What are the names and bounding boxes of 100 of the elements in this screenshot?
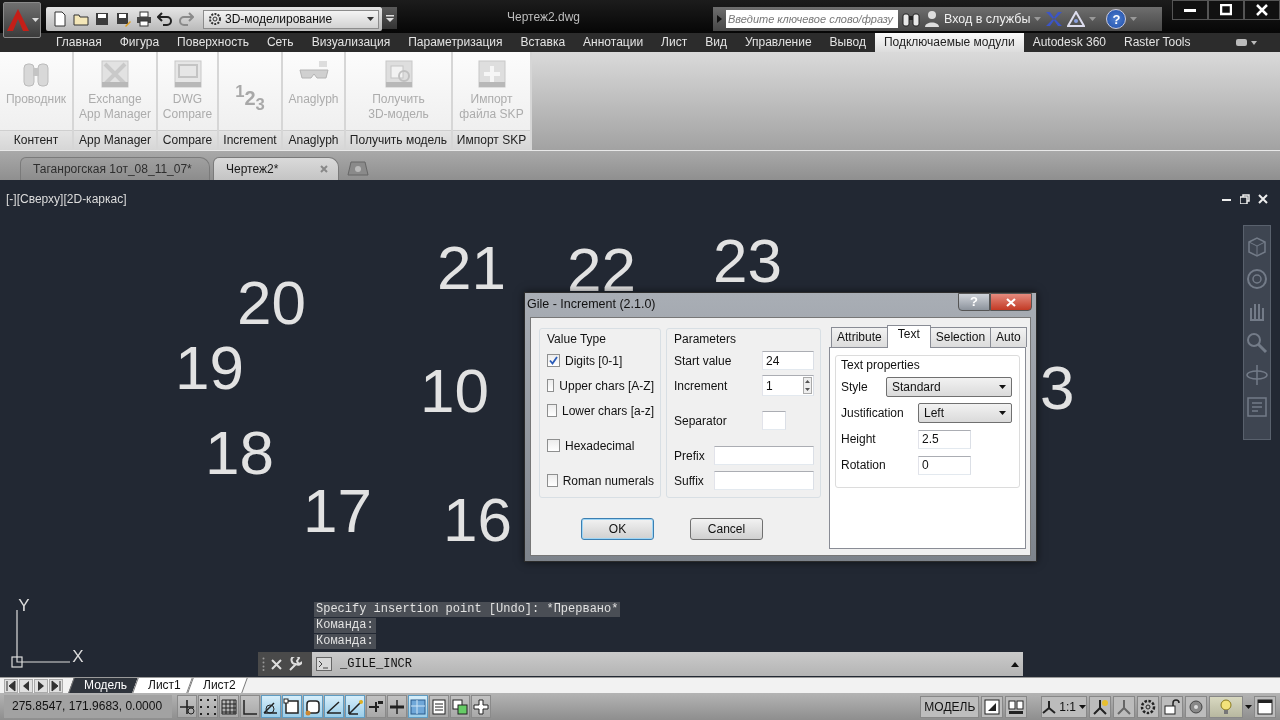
ribbon-tab[interactable]: Лист bbox=[652, 33, 697, 52]
sign-in-link[interactable]: Вход в службы bbox=[944, 12, 1031, 26]
ribbon-tab[interactable]: Autodesk 360 bbox=[1023, 33, 1116, 52]
ribbon-tab[interactable]: Вывод bbox=[820, 33, 875, 52]
ribbon-tab[interactable]: Параметризация bbox=[399, 33, 512, 52]
dropdown[interactable]: Left bbox=[918, 403, 1012, 423]
help-button[interactable]: ? bbox=[1106, 9, 1127, 29]
status-toggle[interactable] bbox=[303, 695, 323, 718]
status-toggle[interactable] bbox=[345, 695, 365, 718]
ribbon-tab[interactable]: Raster Tools bbox=[1115, 33, 1200, 52]
spinner-arrows-icon[interactable] bbox=[803, 377, 812, 394]
status-toggle[interactable] bbox=[324, 695, 344, 718]
binoculars-icon[interactable] bbox=[902, 11, 920, 27]
last-page-icon[interactable] bbox=[49, 678, 63, 693]
ribbon-tab[interactable]: Подключаемые модули bbox=[874, 33, 1024, 52]
ribbon-options-icon[interactable] bbox=[1236, 38, 1258, 47]
checkbox[interactable] bbox=[547, 404, 557, 417]
status-toggle[interactable] bbox=[219, 695, 239, 718]
user-icon[interactable] bbox=[924, 10, 940, 28]
restore-icon[interactable] bbox=[1240, 194, 1250, 204]
viewport-controls-label[interactable]: [-][Сверху][2D-каркас] bbox=[6, 192, 127, 206]
open-folder-icon[interactable] bbox=[73, 11, 89, 27]
ribbon-tab[interactable]: Управление bbox=[735, 33, 821, 52]
status-toggle[interactable] bbox=[450, 695, 470, 718]
layout-tab[interactable]: Лист2 bbox=[187, 678, 248, 693]
document-tab[interactable]: Чертеж2* bbox=[213, 157, 339, 180]
command-line-field[interactable]: _GILE_INCR bbox=[312, 652, 1023, 676]
drawings-button[interactable] bbox=[1005, 695, 1028, 718]
maximize-button[interactable] bbox=[1208, 0, 1244, 20]
save-icon[interactable] bbox=[94, 11, 110, 27]
status-toggle[interactable] bbox=[177, 695, 197, 718]
search-field[interactable]: Введите ключевое слово/фразу bbox=[726, 10, 898, 28]
status-toggle[interactable] bbox=[429, 695, 449, 718]
undo-icon[interactable] bbox=[157, 11, 173, 27]
print-icon[interactable] bbox=[136, 11, 152, 27]
toolbar-menu-button[interactable] bbox=[382, 7, 397, 29]
dialog-tab[interactable]: Attribute bbox=[831, 327, 888, 347]
status-toggle[interactable] bbox=[240, 695, 260, 718]
annotation-visibility-button[interactable] bbox=[1089, 695, 1111, 718]
caret-icon[interactable] bbox=[1245, 704, 1252, 709]
checkbox[interactable] bbox=[547, 474, 558, 487]
dropdown[interactable]: Standard bbox=[886, 377, 1012, 397]
text-field[interactable]: 2.5 bbox=[918, 429, 971, 449]
new-file-icon[interactable] bbox=[52, 11, 68, 27]
text-field[interactable]: 0 bbox=[918, 455, 971, 475]
dialog-button[interactable]: Cancel bbox=[690, 518, 763, 540]
workspace-dropdown[interactable]: 3D-моделирование bbox=[203, 9, 379, 29]
expand-arrow-icon[interactable] bbox=[717, 15, 722, 23]
ribbon-tab[interactable]: Аннотации bbox=[574, 33, 653, 52]
layouts-button[interactable] bbox=[981, 695, 1004, 718]
ribbon-tab[interactable]: Фигура bbox=[110, 33, 169, 52]
text-field[interactable] bbox=[714, 471, 814, 490]
document-tab[interactable]: Таганрогская 1от_08_11_07* bbox=[20, 157, 210, 180]
dialog-tab[interactable]: Text bbox=[886, 325, 931, 348]
new-tab-icon[interactable] bbox=[346, 160, 370, 176]
dialog-tab[interactable]: Auto bbox=[990, 327, 1027, 347]
checkbox[interactable] bbox=[547, 379, 555, 392]
ribbon-tab[interactable]: Визуализация bbox=[302, 33, 400, 52]
text-field[interactable] bbox=[762, 411, 786, 430]
drawing-text: 19 bbox=[175, 337, 244, 399]
dialog-tab[interactable]: Selection bbox=[929, 327, 992, 347]
status-toggle[interactable] bbox=[261, 695, 281, 718]
application-menu-button[interactable] bbox=[3, 2, 41, 38]
minimize-button[interactable] bbox=[1172, 0, 1208, 20]
text-field[interactable] bbox=[714, 446, 814, 465]
checkbox-label: Lower chars [a-z] bbox=[561, 403, 654, 418]
next-page-icon[interactable] bbox=[34, 678, 48, 693]
ribbon-tab[interactable]: Вставка bbox=[511, 33, 575, 52]
status-toggle[interactable] bbox=[366, 695, 386, 718]
right-angle-icon bbox=[241, 697, 259, 716]
model-space-button[interactable]: МОДЕЛЬ bbox=[920, 695, 980, 718]
text-field[interactable]: 24 bbox=[762, 351, 814, 370]
redo-icon[interactable] bbox=[178, 11, 194, 27]
ribbon-tab[interactable]: Поверхность bbox=[168, 33, 258, 52]
ribbon-tab[interactable]: Главная bbox=[47, 33, 111, 52]
save-as-icon[interactable] bbox=[115, 11, 131, 27]
workspace-button[interactable] bbox=[1137, 695, 1159, 718]
status-toggle[interactable] bbox=[198, 695, 218, 718]
status-toggle[interactable] bbox=[471, 695, 491, 718]
status-toggle[interactable] bbox=[282, 695, 302, 718]
close-button[interactable] bbox=[1244, 0, 1280, 20]
dialog-button[interactable]: OK bbox=[581, 518, 654, 540]
ribbon-tab[interactable]: Сеть bbox=[257, 33, 303, 52]
lock-button[interactable] bbox=[1161, 695, 1183, 718]
layout-tab[interactable]: Модель bbox=[68, 678, 138, 693]
close-button[interactable] bbox=[990, 293, 1032, 311]
layout-tab[interactable]: Лист1 bbox=[132, 678, 193, 693]
triangle-network-icon[interactable] bbox=[1067, 11, 1086, 27]
checkbox[interactable] bbox=[547, 354, 560, 367]
previous-page-icon[interactable] bbox=[19, 678, 33, 693]
status-toggle[interactable] bbox=[408, 695, 428, 718]
command-input-field[interactable]: _GILE_INCR bbox=[340, 657, 1003, 671]
first-page-icon[interactable] bbox=[4, 678, 18, 693]
caret-up-icon[interactable] bbox=[1011, 661, 1019, 667]
checkbox[interactable] bbox=[547, 439, 560, 452]
hardware-button[interactable] bbox=[1185, 695, 1207, 718]
wrench-icon[interactable] bbox=[288, 657, 302, 671]
ribbon-tab[interactable]: Вид bbox=[696, 33, 736, 52]
annotation-scale-button[interactable]: 1:1 bbox=[1041, 695, 1087, 718]
clean-screen-button[interactable] bbox=[1254, 695, 1276, 718]
